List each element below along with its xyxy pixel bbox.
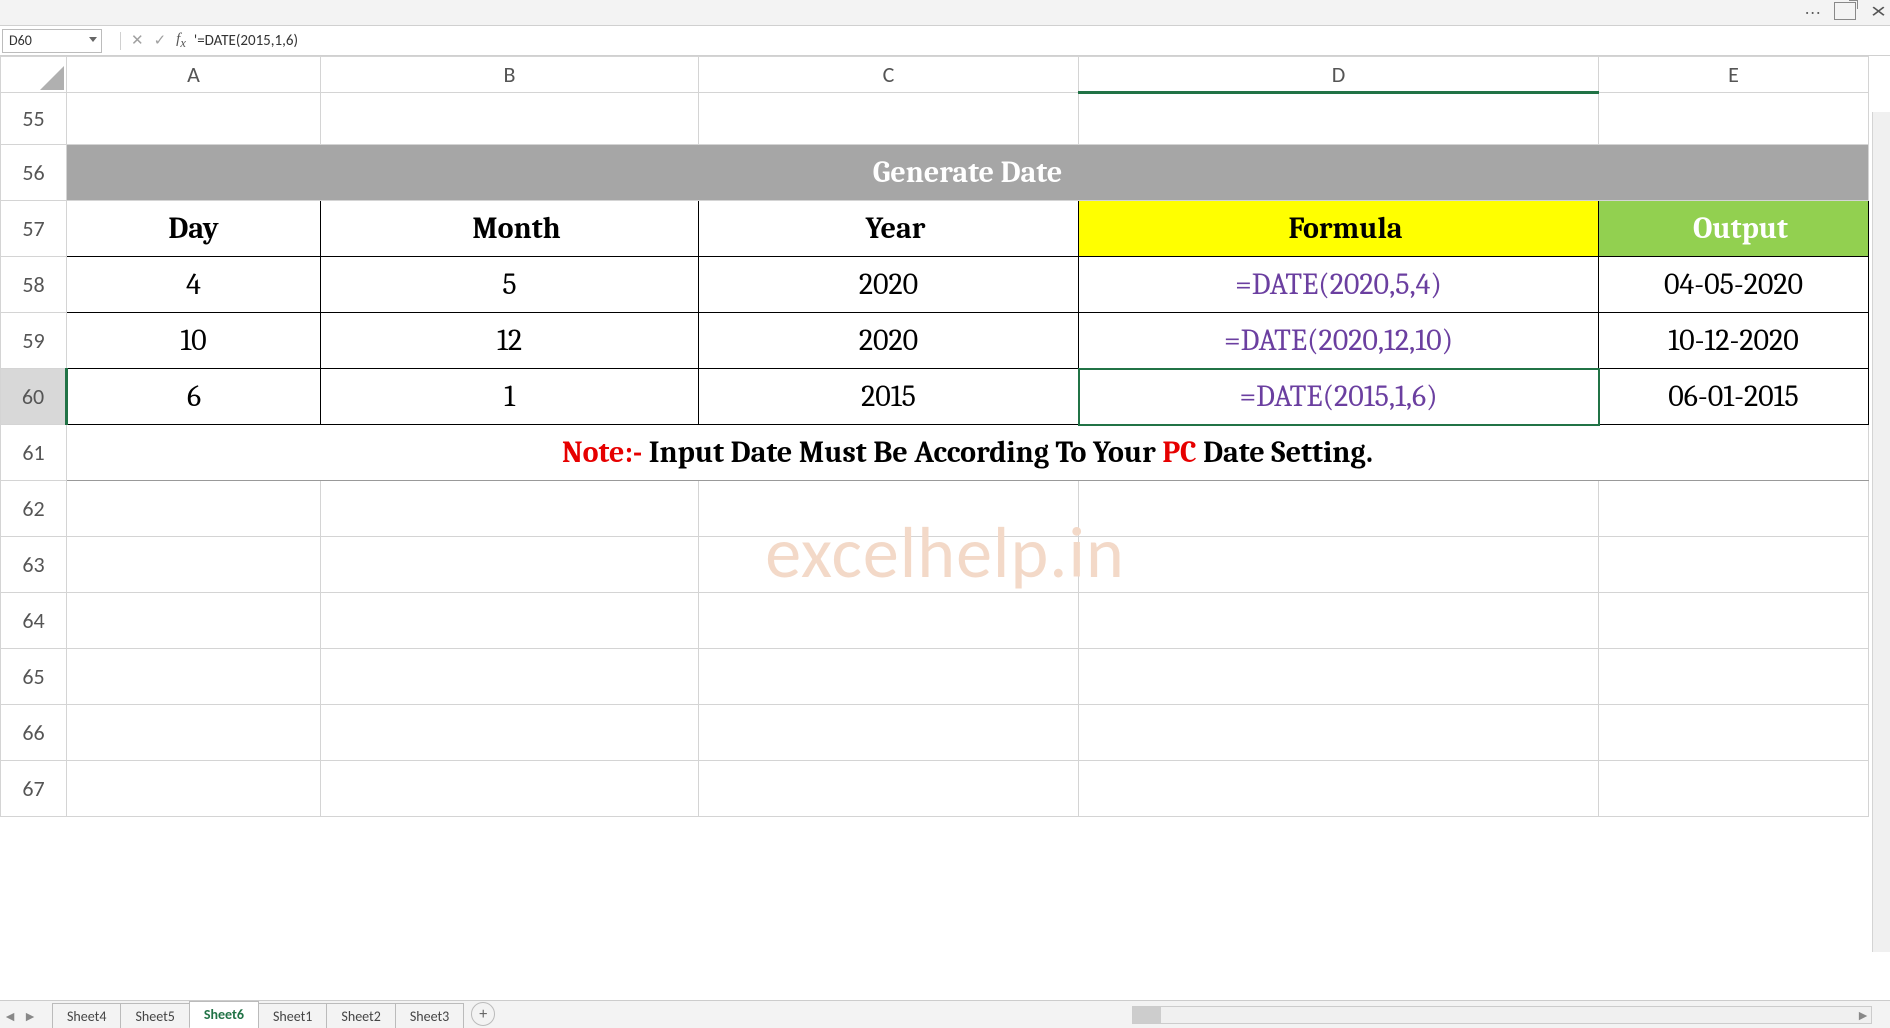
vertical-scrollbar[interactable] [1872,112,1890,952]
cell[interactable] [67,93,321,145]
header-year[interactable]: Year [699,201,1079,257]
title-bar: ··· × [0,0,1890,26]
note-cell[interactable]: Note:- Input Date Must Be According To Y… [67,425,1869,481]
horizontal-scrollbar[interactable]: ◄ ► [1132,1006,1872,1024]
scroll-right-icon[interactable]: ► [1854,1007,1872,1023]
cell[interactable] [1079,93,1599,145]
cell-year[interactable]: 2020 [699,313,1079,369]
name-box[interactable]: D60 [2,29,102,53]
sheet-nav-prev-icon[interactable]: ◄ [0,1004,20,1028]
fx-icon[interactable]: fx [176,31,186,51]
row-header[interactable]: 55 [1,93,67,145]
row-header[interactable]: 60 [1,369,67,425]
formula-bar-row: D60 ✕ ✓ fx '=DATE(2015,1,6) [0,26,1890,56]
separator [120,32,121,50]
cell[interactable] [1599,93,1869,145]
cell-formula[interactable]: =DATE(2020,5,4) [1079,257,1599,313]
row-header[interactable]: 62 [1,481,67,537]
sheet-tab[interactable]: Sheet1 [258,1003,327,1028]
row-header[interactable]: 66 [1,705,67,761]
row-header[interactable]: 64 [1,593,67,649]
cell-formula[interactable]: =DATE(2020,12,10) [1079,313,1599,369]
row-header[interactable]: 65 [1,649,67,705]
sheet-nav-next-icon[interactable]: ► [20,1004,40,1028]
worksheet-grid[interactable]: A B C D E 55 56Generate Date 57 Day Mont… [0,56,1890,980]
formula-bar[interactable]: '=DATE(2015,1,6) [186,32,1890,50]
cell-output[interactable]: 06-01-2015 [1599,369,1869,425]
row-header[interactable]: 63 [1,537,67,593]
col-header-C[interactable]: C [699,57,1079,93]
row-header[interactable]: 61 [1,425,67,481]
column-header-row: A B C D E [1,57,1869,93]
row-header[interactable]: 56 [1,145,67,201]
cell-day[interactable]: 6 [67,369,321,425]
header-formula[interactable]: Formula [1079,201,1599,257]
ribbon-options-icon[interactable] [1834,2,1856,20]
sheet-tab[interactable]: Sheet2 [326,1003,395,1028]
more-icon[interactable]: ··· [1805,4,1822,21]
note-prefix: Note:- [562,435,649,470]
col-header-A[interactable]: A [67,57,321,93]
close-icon[interactable]: × [1871,0,1885,22]
col-header-B[interactable]: B [321,57,699,93]
col-header-D[interactable]: D [1079,57,1599,93]
sheet-tab-active[interactable]: Sheet6 [189,1001,259,1028]
cell-day[interactable]: 10 [67,313,321,369]
add-sheet-icon[interactable]: + [471,1002,495,1026]
section-title[interactable]: Generate Date [67,145,1869,201]
cell-formula-selected[interactable]: =DATE(2015,1,6) [1079,369,1599,425]
cell-day[interactable]: 4 [67,257,321,313]
name-box-value: D60 [9,32,32,49]
cell[interactable] [699,93,1079,145]
cell-month[interactable]: 12 [321,313,699,369]
header-day[interactable]: Day [67,201,321,257]
sheet-tab[interactable]: Sheet3 [395,1003,464,1028]
cell-month[interactable]: 5 [321,257,699,313]
sheet-tab-bar: ◄ ► Sheet4 Sheet5 Sheet6 Sheet1 Sheet2 S… [0,1000,1890,1028]
enter-icon[interactable]: ✓ [154,31,167,50]
header-output[interactable]: Output [1599,201,1869,257]
header-month[interactable]: Month [321,201,699,257]
select-all-corner[interactable] [1,57,67,93]
sheet-tab[interactable]: Sheet4 [52,1003,121,1028]
chevron-down-icon[interactable] [89,37,97,42]
note-text: Input Date Must Be According To Your [649,435,1163,470]
row-header[interactable]: 58 [1,257,67,313]
cell-output[interactable]: 04-05-2020 [1599,257,1869,313]
note-pc: PC [1162,435,1196,470]
cell-output[interactable]: 10-12-2020 [1599,313,1869,369]
sheet-tab[interactable]: Sheet5 [120,1003,189,1028]
cancel-icon[interactable]: ✕ [131,31,144,50]
row-header[interactable]: 59 [1,313,67,369]
scroll-thumb[interactable] [1133,1007,1161,1023]
col-header-E[interactable]: E [1599,57,1869,93]
cell-year[interactable]: 2020 [699,257,1079,313]
cell-year[interactable]: 2015 [699,369,1079,425]
cell-month[interactable]: 1 [321,369,699,425]
row-header[interactable]: 57 [1,201,67,257]
row-header[interactable]: 67 [1,761,67,817]
cell[interactable] [321,93,699,145]
note-text: Date Setting. [1197,435,1373,470]
